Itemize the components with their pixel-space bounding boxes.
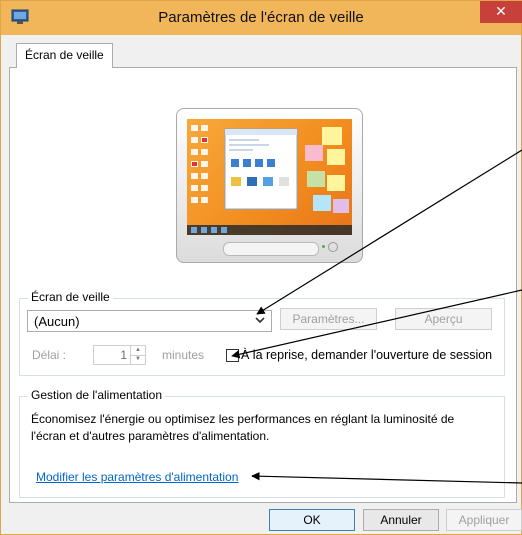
apply-button[interactable]: Appliquer bbox=[446, 509, 522, 531]
chevron-down-icon bbox=[255, 314, 265, 328]
settings-button[interactable]: Paramètres... bbox=[280, 308, 377, 330]
power-settings-link[interactable]: Modifier les paramètres d'alimentation bbox=[36, 470, 238, 484]
minutes-label: minutes bbox=[162, 348, 205, 362]
tab-strip: Écran de veille bbox=[9, 43, 521, 69]
delay-value: 1 bbox=[120, 348, 127, 362]
resume-logon-label[interactable]: À la reprise, demander l'ouverture de se… bbox=[241, 348, 492, 362]
power-button-icon bbox=[328, 242, 338, 252]
tab-screensaver[interactable]: Écran de veille bbox=[16, 43, 113, 68]
delay-stepper[interactable]: 1 ▲ ▼ bbox=[93, 345, 146, 365]
power-led bbox=[322, 245, 325, 248]
screensaver-settings-window: Paramètres de l'écran de veille ✕ Écran … bbox=[0, 0, 522, 535]
power-group-label: Gestion de l'alimentation bbox=[28, 388, 166, 402]
title-bar: Paramètres de l'écran de veille ✕ bbox=[1, 1, 522, 35]
delay-label: Délai : bbox=[32, 348, 67, 362]
monitor-preview bbox=[176, 108, 363, 263]
screensaver-select[interactable]: (Aucun) bbox=[27, 310, 272, 332]
power-description-line2: l'écran et d'autres paramètres d'aliment… bbox=[31, 429, 270, 443]
preview-screen bbox=[187, 119, 352, 235]
screensaver-group-label: Écran de veille bbox=[28, 290, 113, 304]
stepper-buttons: ▲ ▼ bbox=[130, 346, 145, 364]
screensaver-selected-value: (Aucun) bbox=[34, 314, 80, 329]
power-description-line1: Économisez l'énergie ou optimisez les pe… bbox=[31, 412, 455, 426]
resume-logon-checkbox[interactable] bbox=[226, 349, 239, 362]
window-title: Paramètres de l'écran de veille bbox=[158, 9, 364, 26]
monitor-stand bbox=[223, 242, 319, 256]
stepper-down-icon[interactable]: ▼ bbox=[131, 355, 145, 364]
close-button[interactable]: ✕ bbox=[480, 1, 522, 23]
preview-button[interactable]: Aperçu bbox=[395, 308, 492, 330]
cancel-button[interactable]: Annuler bbox=[363, 509, 439, 531]
ok-button[interactable]: OK bbox=[269, 509, 355, 531]
